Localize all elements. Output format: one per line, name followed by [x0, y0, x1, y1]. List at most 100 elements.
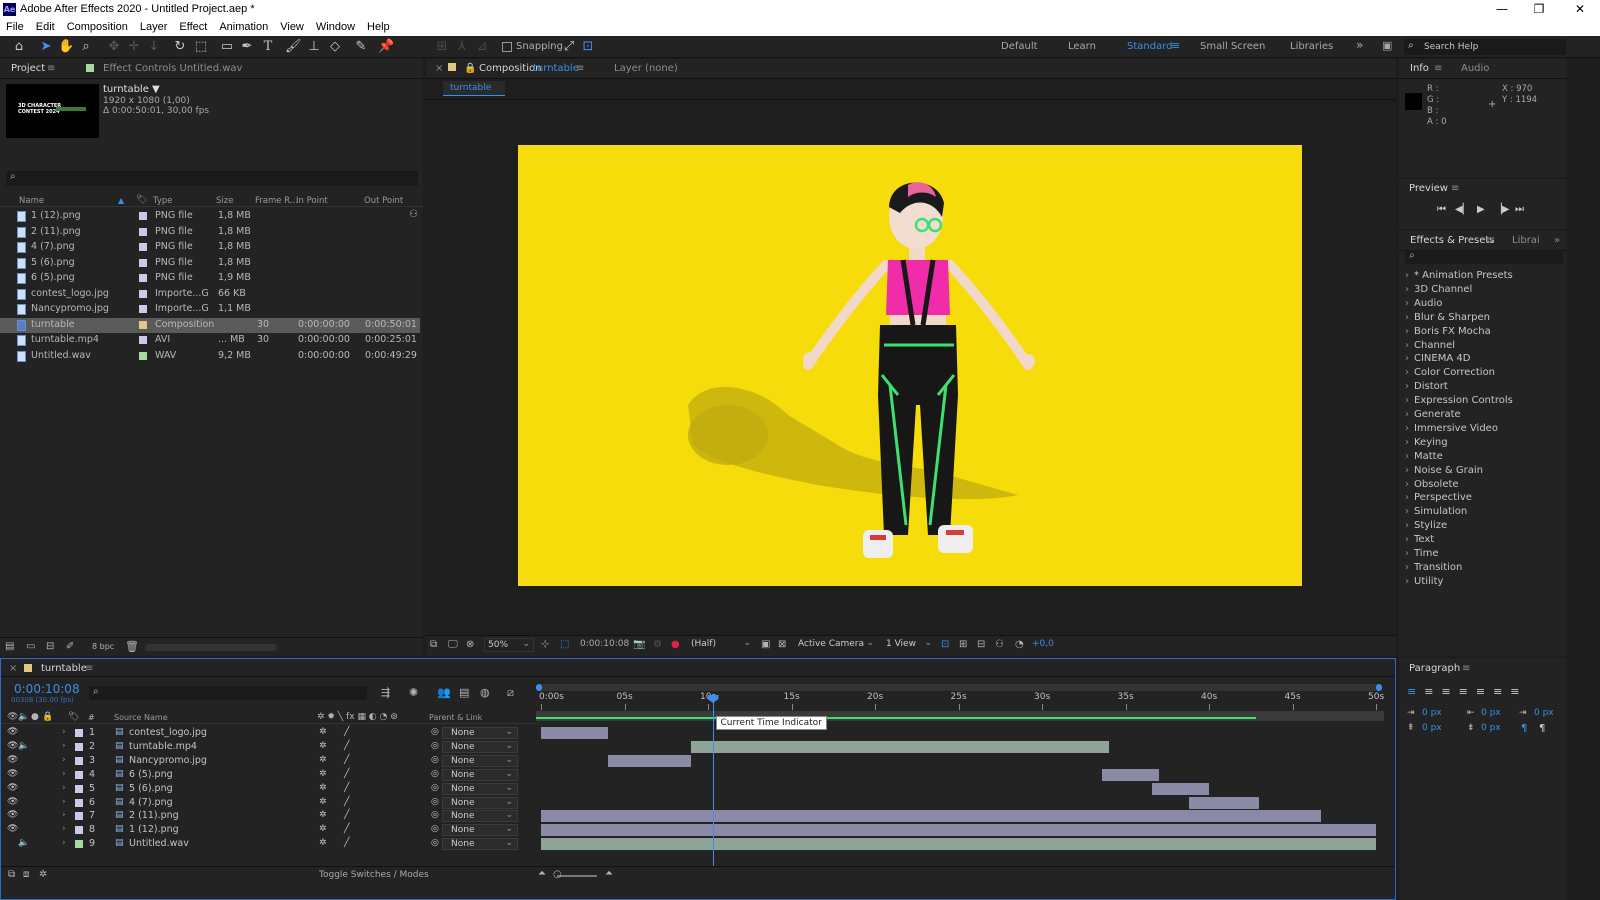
home-icon[interactable]: ⌂	[11, 39, 27, 55]
effect-category[interactable]: Transition	[1405, 562, 1462, 573]
workspace-libraries[interactable]: Libraries	[1290, 41, 1333, 52]
col-type[interactable]: Type	[153, 196, 173, 206]
pick-whip-icon[interactable]: ◎	[431, 810, 439, 820]
composition-viewer[interactable]	[518, 145, 1302, 586]
parent-dropdown[interactable]: None ⌄	[442, 810, 518, 823]
effect-category[interactable]: Keying	[1405, 437, 1448, 448]
effect-category[interactable]: Blur & Sharpen	[1405, 312, 1490, 323]
project-item[interactable]: contest_logo.jpg Importe...G 66 KB	[0, 287, 420, 302]
col-name[interactable]: Name	[19, 196, 44, 206]
layer-duration-bar[interactable]	[1102, 768, 1159, 781]
previous-frame-icon[interactable]: ◀▏	[1455, 204, 1470, 215]
snapshot-icon[interactable]: 📷	[633, 639, 645, 650]
timeline-zoom-slider[interactable]	[557, 875, 597, 877]
selection-tool-icon[interactable]: ➤	[38, 39, 54, 55]
project-item[interactable]: Untitled.wav WAV 9,2 MB 0:00:00:00 0:00:49:2…	[0, 349, 420, 364]
layer-duration-bar[interactable]	[541, 838, 1376, 851]
left-to-right-icon[interactable]: ¶	[1521, 723, 1527, 734]
parent-dropdown[interactable]: None ⌄	[442, 768, 518, 781]
layer-name[interactable]: Untitled.wav	[129, 838, 189, 849]
effect-category[interactable]: Utility	[1405, 576, 1443, 587]
first-frame-icon[interactable]: ⏮	[1437, 204, 1446, 215]
parent-dropdown[interactable]: None ⌄	[442, 727, 518, 739]
timeline-layer-row[interactable]: 👁 › 6 ▤ 4 (7).png ✲ ╱ ◎ None ⌄	[1, 796, 1401, 810]
pan-tool-icon[interactable]: ✛	[126, 39, 142, 55]
indent-left-value[interactable]: 0 px	[1422, 708, 1442, 718]
expand-chevron-icon[interactable]: ›	[62, 824, 66, 834]
fast-previews-icon[interactable]: ⊞	[959, 639, 967, 650]
effect-category[interactable]: CINEMA 4D	[1405, 353, 1470, 364]
layer-name[interactable]: Nancypromo.jpg	[129, 755, 207, 766]
video-eye-icon[interactable]: 👁	[7, 769, 18, 779]
menu-effect[interactable]: Effect	[173, 19, 213, 33]
show-snapshot-icon[interactable]: ⚙	[653, 639, 662, 650]
layer-name[interactable]: turntable.mp4	[129, 741, 197, 752]
space-after-icon[interactable]: ⇟	[1467, 723, 1475, 733]
search-help-placeholder[interactable]: Search Help	[1424, 42, 1478, 52]
shy-switch-icon[interactable]: ✲	[319, 727, 327, 737]
menu-edit[interactable]: Edit	[30, 19, 61, 33]
in-out-panes-icon[interactable]: ✲	[39, 869, 47, 880]
menu-layer[interactable]: Layer	[134, 19, 174, 33]
pen-tool-icon[interactable]: ✒	[239, 39, 255, 55]
layer-name[interactable]: contest_logo.jpg	[129, 727, 207, 738]
expand-chevron-icon[interactable]: ›	[62, 755, 66, 765]
expand-chevron-icon[interactable]: ›	[62, 810, 66, 820]
quality-switch-icon[interactable]: ╱	[344, 769, 349, 779]
expand-chevron-icon[interactable]: ›	[62, 838, 66, 848]
effect-category[interactable]: Immersive Video	[1405, 423, 1498, 434]
type-tool-icon[interactable]: T	[260, 39, 276, 55]
video-eye-icon[interactable]: 👁	[7, 741, 18, 751]
fit-icon[interactable]: ⊹	[541, 639, 549, 650]
toggle-transparency-icon[interactable]: ⊠	[778, 639, 786, 650]
layer-duration-bar[interactable]	[691, 740, 1109, 753]
effect-category[interactable]: Obsolete	[1405, 479, 1459, 490]
effect-category[interactable]: Audio	[1405, 298, 1442, 309]
layer-duration-bar[interactable]	[541, 824, 1376, 837]
menu-help[interactable]: Help	[361, 19, 396, 33]
effect-category[interactable]: Time	[1405, 548, 1438, 559]
more-panels-icon[interactable]: »	[1554, 235, 1560, 246]
workspace-default[interactable]: Default	[1001, 41, 1038, 52]
col-frame-rate[interactable]: Frame R...	[255, 196, 298, 206]
layer-name[interactable]: 4 (7).png	[129, 797, 173, 808]
shy-switch-icon[interactable]: ✲	[319, 797, 327, 807]
effect-category[interactable]: Channel	[1405, 340, 1455, 351]
label-column-icon[interactable]: 🏷	[136, 195, 147, 205]
align-icon[interactable]: ⊞	[434, 39, 450, 55]
toggle-pixel-aspect-icon[interactable]: ⊡	[941, 639, 949, 650]
eraser-tool-icon[interactable]: ◇	[327, 39, 343, 55]
zoom-out-icon[interactable]: ⏶	[538, 868, 546, 879]
mask-visibility-icon[interactable]: ⊗	[466, 639, 474, 650]
trash-icon[interactable]: 🗑	[125, 640, 139, 653]
effects-search-input[interactable]: ⌕	[1405, 250, 1563, 264]
toggle-switches-modes[interactable]: Toggle Switches / Modes	[319, 870, 429, 880]
quality-switch-icon[interactable]: ╱	[344, 755, 349, 765]
project-item[interactable]: turntable.mp4 AVI ... MB 30 0:00:00:00 0:00:2…	[0, 333, 420, 348]
effect-category[interactable]: Text	[1405, 534, 1434, 545]
layer-name[interactable]: 6 (5).png	[129, 769, 173, 780]
pick-whip-icon[interactable]: ◎	[431, 838, 439, 848]
video-eye-icon[interactable]: 👁	[7, 797, 18, 807]
flowchart-comp-icon[interactable]: ⚇	[995, 639, 1004, 650]
audio-speaker-icon[interactable]: 🔈	[18, 838, 29, 848]
workspace-learn[interactable]: Learn	[1068, 41, 1096, 52]
indent-left-icon[interactable]: ⇥	[1407, 708, 1415, 718]
current-time-indicator[interactable]	[707, 695, 719, 867]
right-to-left-icon[interactable]: ¶	[1539, 723, 1545, 734]
quality-switch-icon[interactable]: ╱	[344, 810, 349, 820]
expand-chevron-icon[interactable]: ›	[62, 741, 66, 751]
timeline-layer-row[interactable]: 👁 › 5 ▤ 5 (6).png ✲ ╱ ◎ None ⌄	[1, 782, 1401, 796]
search-help-box[interactable]: ⌕ Search Help	[1404, 39, 1566, 55]
video-eye-icon[interactable]: 👁	[7, 783, 18, 793]
last-frame-icon[interactable]: ⏭	[1515, 204, 1524, 215]
close-comp-icon[interactable]: ×	[435, 63, 443, 74]
effect-category[interactable]: Simulation	[1405, 506, 1467, 517]
reset-exposure-icon[interactable]: ◔	[1015, 639, 1024, 650]
vr-icon[interactable]: 🖵	[448, 639, 458, 650]
video-eye-icon[interactable]: 👁	[7, 727, 18, 737]
brush-tool-icon[interactable]: 🖌	[285, 39, 302, 55]
project-settings-icon[interactable]: ✐	[66, 641, 74, 652]
parent-dropdown[interactable]: None ⌄	[442, 796, 518, 809]
project-menu-icon[interactable]: ≡	[47, 63, 55, 74]
